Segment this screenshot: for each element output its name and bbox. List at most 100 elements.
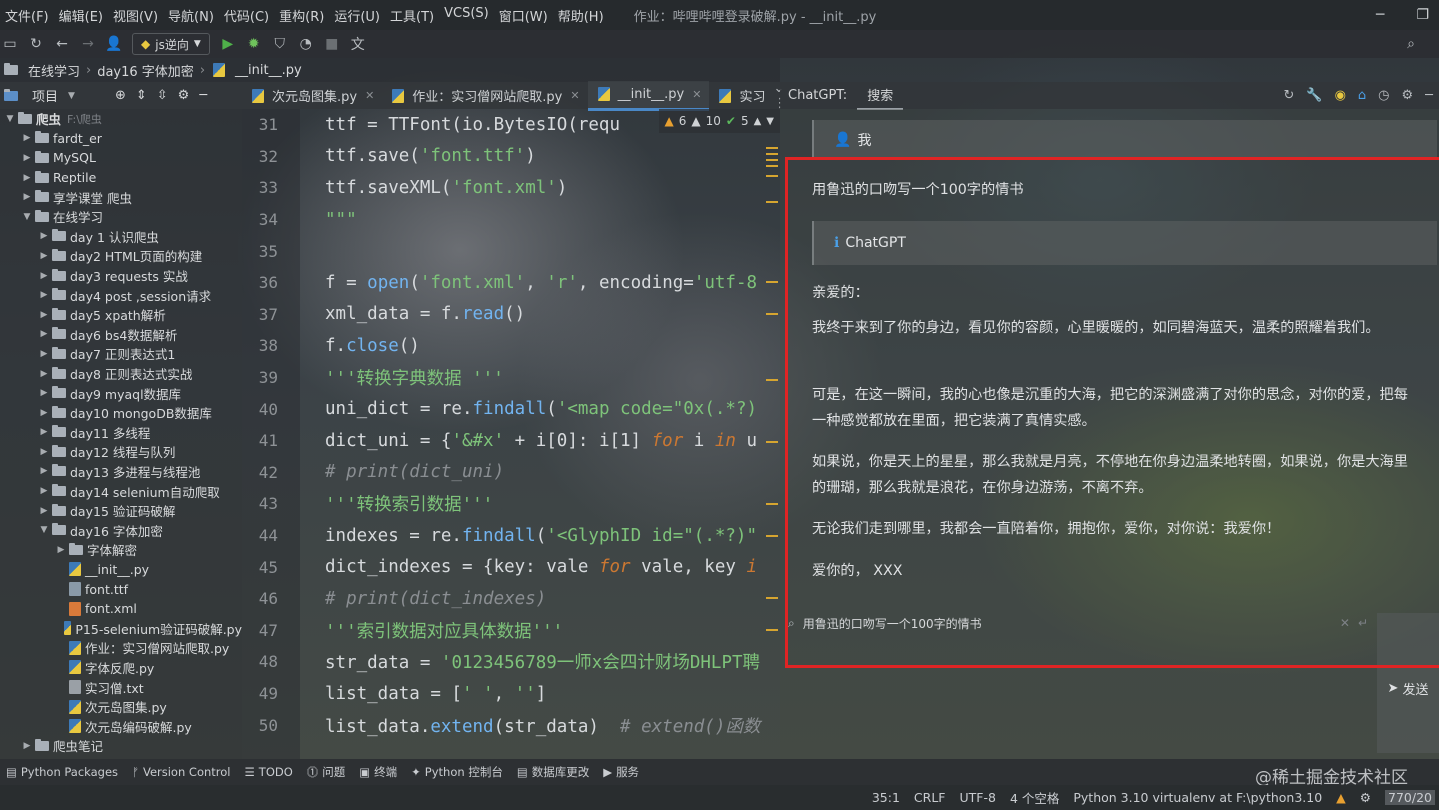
code-line[interactable]: 48 str_data = '0123456789一师x会四计财场DHLPT聘	[242, 646, 780, 678]
chevron-right-icon[interactable]: ▶	[21, 173, 33, 183]
code-line[interactable]: 37 xml_data = f.read()	[242, 299, 780, 331]
tree-item[interactable]: ▶ day4 post ,session请求	[0, 285, 242, 305]
breadcrumb-item[interactable]: day16 字体加密	[97, 61, 194, 80]
tree-item[interactable]: ▶ MySQL	[0, 148, 242, 168]
chevron-right-icon[interactable]: ▶	[21, 153, 33, 163]
code-line[interactable]: 42 # print(dict_uni)	[242, 457, 780, 489]
locate-icon[interactable]: ⊕	[115, 88, 126, 103]
chevron-right-icon[interactable]: ▶	[21, 133, 33, 143]
chevron-right-icon[interactable]: ▶	[38, 329, 50, 339]
gear-icon[interactable]: ⚙	[178, 88, 190, 103]
caret-position[interactable]: 35:1	[872, 790, 900, 805]
tree-item[interactable]: ▶ Reptile	[0, 168, 242, 188]
translate-icon[interactable]: 文	[350, 36, 366, 53]
settings-icon[interactable]: ⚙	[1360, 790, 1371, 805]
chat-input-row[interactable]: ⌕ 用鲁迅的口吻写一个100字的情书 ✕ ↵	[788, 609, 1368, 637]
code-line[interactable]: 34 """	[242, 204, 780, 236]
code-line[interactable]: 39 '''转换字典数据 '''	[242, 362, 780, 394]
chevron-down-icon[interactable]: ▼	[38, 525, 50, 535]
tree-item[interactable]: ▼ 爬虫 F:\爬虫	[0, 109, 242, 129]
tree-item[interactable]: ▶ day7 正则表达式1	[0, 344, 242, 364]
menu-item[interactable]: 代码(C)	[219, 6, 274, 25]
code-line[interactable]: 41 dict_uni = {'&#x' + i[0]: i[1] for i i…	[242, 425, 780, 457]
debug-icon[interactable]: ✹	[246, 36, 262, 52]
refresh-icon[interactable]: ↻	[1283, 88, 1294, 103]
chevron-right-icon[interactable]: ▶	[38, 447, 50, 457]
chevron-right-icon[interactable]: ▶	[38, 506, 50, 516]
python-interpreter[interactable]: Python 3.10 virtualenv at F:\python3.10	[1073, 790, 1322, 805]
line-separator[interactable]: CRLF	[914, 790, 946, 805]
chevron-up-icon[interactable]: ▲	[754, 116, 762, 127]
wrench-icon[interactable]: 🔧	[1306, 88, 1322, 103]
tree-item[interactable]: ▼ 在线学习	[0, 207, 242, 227]
chevron-right-icon[interactable]: ▶	[38, 310, 50, 320]
tree-item[interactable]: ▶ 爬虫笔记	[0, 736, 242, 756]
tree-item[interactable]: ▶ day14 selenium自动爬取	[0, 481, 242, 501]
chevron-right-icon[interactable]: ▶	[38, 427, 50, 437]
search-icon[interactable]: ⌕	[1403, 36, 1419, 52]
tree-item[interactable]: ▶ fardt_er	[0, 129, 242, 149]
code-line[interactable]: 50 list_data.extend(str_data) # extend()函…	[242, 709, 780, 741]
tree-item[interactable]: ▶ day11 多线程	[0, 423, 242, 443]
tree-item[interactable]: 次元岛编码破解.py	[0, 716, 242, 736]
code-line[interactable]: 40 uni_dict = re.findall('<map code="0x(.…	[242, 393, 780, 425]
tree-item[interactable]: ▶ 字体解密	[0, 540, 242, 560]
editor-tab[interactable]: 次元岛图集.py ✕	[242, 82, 382, 109]
tool-window-button[interactable]: ▤ 数据库更改	[517, 764, 589, 780]
tree-item[interactable]: font.ttf	[0, 579, 242, 599]
code-line[interactable]: 47 '''索引数据对应具体数据'''	[242, 615, 780, 647]
clear-icon[interactable]: ✕	[1340, 616, 1350, 630]
tree-item[interactable]: 作业：实习僧网站爬取.py	[0, 638, 242, 658]
menu-item[interactable]: 工具(T)	[385, 6, 439, 25]
chevron-right-icon[interactable]: ▶	[38, 251, 50, 261]
tree-item[interactable]: ▶ day6 bs4数据解析	[0, 325, 242, 345]
restore-icon[interactable]: ❐	[1416, 7, 1429, 23]
close-icon[interactable]: ✕	[692, 88, 701, 101]
gear-icon[interactable]: ⚙	[1402, 88, 1414, 103]
collapse-all-icon[interactable]: ⇳	[157, 88, 168, 103]
breadcrumb-item[interactable]: __init__.py	[235, 63, 302, 78]
tree-item[interactable]: ▶ day9 myaql数据库	[0, 383, 242, 403]
tree-item[interactable]: ▶ day5 xpath解析	[0, 305, 242, 325]
menu-item[interactable]: 帮助(H)	[553, 6, 609, 25]
close-icon[interactable]: ✕	[365, 89, 374, 102]
menu-item[interactable]: 文件(F)	[0, 6, 54, 25]
chevron-right-icon[interactable]: ▶	[21, 192, 33, 202]
code-line[interactable]: 36 f = open('font.xml', 'r', encoding='ut…	[242, 267, 780, 299]
back-icon[interactable]: ←	[54, 36, 70, 52]
tool-window-button[interactable]: ᚠ Version Control	[132, 765, 230, 779]
user-icon[interactable]: 👤	[105, 36, 122, 52]
chat-input[interactable]: 用鲁迅的口吻写一个100字的情书	[803, 615, 1332, 632]
tree-item[interactable]: ▶ day2 HTML页面的构建	[0, 246, 242, 266]
profile-icon[interactable]: ◔	[298, 36, 314, 52]
chevron-right-icon[interactable]: ▶	[38, 290, 50, 300]
code-line[interactable]: 43 '''转换索引数据'''	[242, 488, 780, 520]
indent-setting[interactable]: 4 个空格	[1010, 788, 1059, 807]
save-icon[interactable]: ▭	[2, 36, 18, 52]
coverage-icon[interactable]: ⛉	[272, 36, 288, 52]
tab-search[interactable]: 搜索	[857, 81, 904, 110]
memory-indicator[interactable]: 770/20	[1385, 790, 1435, 805]
editor-tab[interactable]: 作业：实习僧网站爬取.py ✕	[382, 82, 587, 109]
inspection-widget[interactable]: ▲ 6 ▲ 10 ✔ 5 ▲ ▼	[658, 109, 780, 133]
tree-item[interactable]: 实习僧.txt	[0, 677, 242, 697]
chevron-down-icon[interactable]: ▼	[766, 116, 774, 127]
tree-item[interactable]: 次元岛图集.py	[0, 697, 242, 717]
tree-item[interactable]: P15-selenium验证码破解.py	[0, 618, 242, 638]
code-line[interactable]: 49 list_data = [' ', '']	[242, 678, 780, 710]
enter-icon[interactable]: ↵	[1358, 616, 1368, 630]
forward-icon[interactable]: →	[80, 36, 96, 52]
chevron-right-icon[interactable]: ▶	[38, 466, 50, 476]
chevron-right-icon[interactable]: ▶	[38, 388, 50, 398]
project-panel-title[interactable]: 项目	[32, 86, 58, 105]
code-line[interactable]: 44 indexes = re.findall('<GlyphID id="(.*…	[242, 520, 780, 552]
history-icon[interactable]: ◷	[1378, 88, 1389, 103]
stop-icon[interactable]: ■	[324, 36, 340, 52]
tree-item[interactable]: ▶ day12 线程与队列	[0, 442, 242, 462]
tree-item[interactable]: ▶ day10 mongoDB数据库	[0, 403, 242, 423]
editor-tab[interactable]: __init__.py ✕	[587, 80, 710, 111]
menu-item[interactable]: 视图(V)	[108, 6, 163, 25]
tool-window-button[interactable]: ✦ Python 控制台	[411, 764, 503, 780]
tree-item[interactable]: font.xml	[0, 599, 242, 619]
chevron-down-icon[interactable]: ▼	[68, 91, 75, 101]
